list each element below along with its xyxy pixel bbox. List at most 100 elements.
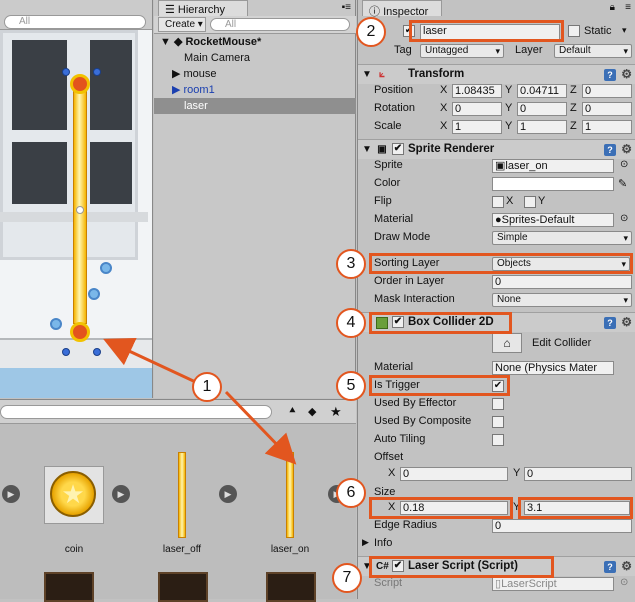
asset-thumb-bookshelf[interactable] xyxy=(158,572,208,602)
lock-icon[interactable]: 🔒︎ xyxy=(610,2,615,13)
box-collider-enabled-checkbox[interactable]: ✔ xyxy=(392,316,404,328)
object-picker-icon[interactable]: ⊙ xyxy=(620,577,628,588)
is-trigger-checkbox[interactable]: ✔ xyxy=(492,380,504,392)
rotation-y-input[interactable]: 0 xyxy=(517,102,567,116)
chevron-down-icon[interactable]: ▼ xyxy=(361,561,373,573)
asset-thumb-bookshelf[interactable] xyxy=(44,572,94,602)
chevron-down-icon[interactable]: ▼ xyxy=(160,36,171,48)
asset-thumb-bookshelf[interactable] xyxy=(266,572,316,602)
filter-label-icon[interactable]: ◆ xyxy=(308,405,316,418)
transform-header[interactable]: ▼ ⟀ Transform ? ⚙ xyxy=(358,64,635,84)
panel-menu-icon[interactable]: ≡ xyxy=(625,2,631,13)
hierarchy-item-rocketmouse[interactable]: ▼ ◆ RocketMouse* xyxy=(154,34,356,50)
gear-icon[interactable]: ⚙ xyxy=(621,142,632,156)
gear-icon[interactable]: ⚙ xyxy=(621,559,632,573)
edge-radius-input[interactable]: 0 xyxy=(492,519,632,533)
sprite-object-field[interactable]: ▣laser_on xyxy=(492,159,614,173)
laser-script-enabled-checkbox[interactable]: ✔ xyxy=(392,560,404,572)
edit-collider-button[interactable]: ⌂ xyxy=(492,333,522,353)
scene-laser-object[interactable] xyxy=(73,84,87,324)
gameobject-name-input[interactable]: laser xyxy=(420,24,560,40)
auto-tiling-checkbox[interactable] xyxy=(492,434,504,446)
size-y-input[interactable]: 3.1 xyxy=(524,501,630,515)
object-picker-icon[interactable]: ⊙ xyxy=(620,159,628,170)
play-icon[interactable]: ▶ xyxy=(219,485,237,503)
scale-z-input[interactable]: 1 xyxy=(582,120,632,134)
hierarchy-item-main-camera[interactable]: Main Camera xyxy=(154,50,356,66)
chevron-right-icon[interactable]: ▶ xyxy=(362,537,369,548)
layer-dropdown[interactable]: Default xyxy=(554,44,632,58)
chevron-right-icon[interactable]: ▶ xyxy=(172,84,184,96)
project-search-input[interactable] xyxy=(0,405,272,419)
mask-interaction-dropdown[interactable]: None xyxy=(492,293,632,307)
sprite-renderer-header[interactable]: ▼ ▣ ✔ Sprite Renderer ? ⚙ xyxy=(358,139,635,159)
help-book-icon[interactable]: ? xyxy=(604,561,616,573)
hierarchy-item-room1[interactable]: ▶ room1 xyxy=(154,82,356,98)
size-x-input[interactable]: 0.18 xyxy=(400,501,508,515)
sprite-renderer-enabled-checkbox[interactable]: ✔ xyxy=(392,143,404,155)
script-label: Script xyxy=(374,577,403,589)
script-row: Script ▯LaserScript ⊙ xyxy=(358,575,635,593)
position-z-input[interactable]: 0 xyxy=(582,84,632,98)
chevron-right-icon[interactable]: ▶ xyxy=(172,68,184,80)
play-icon[interactable]: ▶ xyxy=(112,485,130,503)
chevron-down-icon[interactable]: ▼ xyxy=(361,69,373,81)
help-book-icon[interactable]: ? xyxy=(604,317,616,329)
eyedropper-icon[interactable]: ✎ xyxy=(618,177,627,190)
chevron-down-icon[interactable]: ▾ xyxy=(622,25,627,36)
scene-collider-handle[interactable] xyxy=(93,348,101,356)
box-collider-header[interactable]: ✔ Box Collider 2D ? ⚙ xyxy=(358,312,635,332)
position-x-input[interactable]: 1.08435 xyxy=(452,84,502,98)
gear-icon[interactable]: ⚙ xyxy=(621,67,632,81)
panel-menu-icon[interactable]: ▪≡ xyxy=(342,2,351,13)
laser-script-header[interactable]: ▼ C# ✔ Laser Script (Script) ? ⚙ xyxy=(358,556,635,576)
create-button[interactable]: Create ▾ xyxy=(158,17,206,32)
flip-x-checkbox[interactable] xyxy=(492,196,504,208)
scene-search-input[interactable]: All xyxy=(4,15,146,29)
scale-y-input[interactable]: 1 xyxy=(517,120,567,134)
filter-type-icon[interactable]: ⯅ xyxy=(288,405,297,418)
rotation-z-input[interactable]: 0 xyxy=(582,102,632,116)
scene-collider-handle[interactable] xyxy=(62,348,70,356)
used-by-effector-checkbox[interactable] xyxy=(492,398,504,410)
asset-label-laser-off[interactable]: laser_off xyxy=(147,544,217,555)
hierarchy-item-laser[interactable]: laser xyxy=(154,98,356,114)
active-checkbox[interactable]: ✔ xyxy=(403,25,415,37)
offset-y-input[interactable]: 0 xyxy=(524,467,632,481)
collider-material-field[interactable]: None (Physics Mater xyxy=(492,361,614,375)
scene-collider-handle[interactable] xyxy=(62,68,70,76)
gear-icon[interactable]: ⚙ xyxy=(621,315,632,329)
hierarchy-search-input[interactable]: All xyxy=(210,18,350,31)
hierarchy-item-mouse[interactable]: ▶ mouse xyxy=(154,66,356,82)
material-object-field[interactable]: ●Sprites-Default xyxy=(492,213,614,227)
scale-x-input[interactable]: 1 xyxy=(452,120,502,134)
flip-y-checkbox[interactable] xyxy=(524,196,536,208)
static-checkbox[interactable] xyxy=(568,25,580,37)
used-by-composite-checkbox[interactable] xyxy=(492,416,504,428)
asset-thumb-laser-off[interactable] xyxy=(178,452,186,538)
scene-collider-handle[interactable] xyxy=(93,68,101,76)
favorite-star-icon[interactable]: ★ xyxy=(330,404,342,420)
asset-label-laser-on[interactable]: laser_on xyxy=(255,544,325,555)
chevron-down-icon[interactable]: ▼ xyxy=(361,144,373,156)
color-swatch[interactable] xyxy=(492,177,614,191)
asset-thumb-laser-on[interactable] xyxy=(286,452,294,538)
asset-label-coin[interactable]: coin xyxy=(39,544,109,555)
tag-dropdown[interactable]: Untagged xyxy=(420,44,504,58)
help-book-icon[interactable]: ? xyxy=(604,69,616,81)
scene-view[interactable]: All xyxy=(0,0,153,398)
sorting-layer-dropdown[interactable]: Objects xyxy=(492,257,630,271)
scene-pivot-handle[interactable] xyxy=(76,206,84,214)
object-picker-icon[interactable]: ⊙ xyxy=(620,213,628,224)
rotation-x-input[interactable]: 0 xyxy=(452,102,502,116)
tab-hierarchy[interactable]: ☰ Hierarchy xyxy=(158,0,248,16)
play-icon[interactable]: ▶ xyxy=(2,485,20,503)
info-row[interactable]: ▶ Info xyxy=(358,535,635,553)
draw-mode-dropdown[interactable]: Simple xyxy=(492,231,632,245)
asset-thumb-coin[interactable]: ★ xyxy=(44,466,104,524)
offset-x-input[interactable]: 0 xyxy=(400,467,508,481)
help-book-icon[interactable]: ? xyxy=(604,144,616,156)
position-y-input[interactable]: 0.04711 xyxy=(517,84,567,98)
tab-inspector[interactable]: ⓘ Inspector xyxy=(362,0,442,18)
order-in-layer-input[interactable]: 0 xyxy=(492,275,632,289)
